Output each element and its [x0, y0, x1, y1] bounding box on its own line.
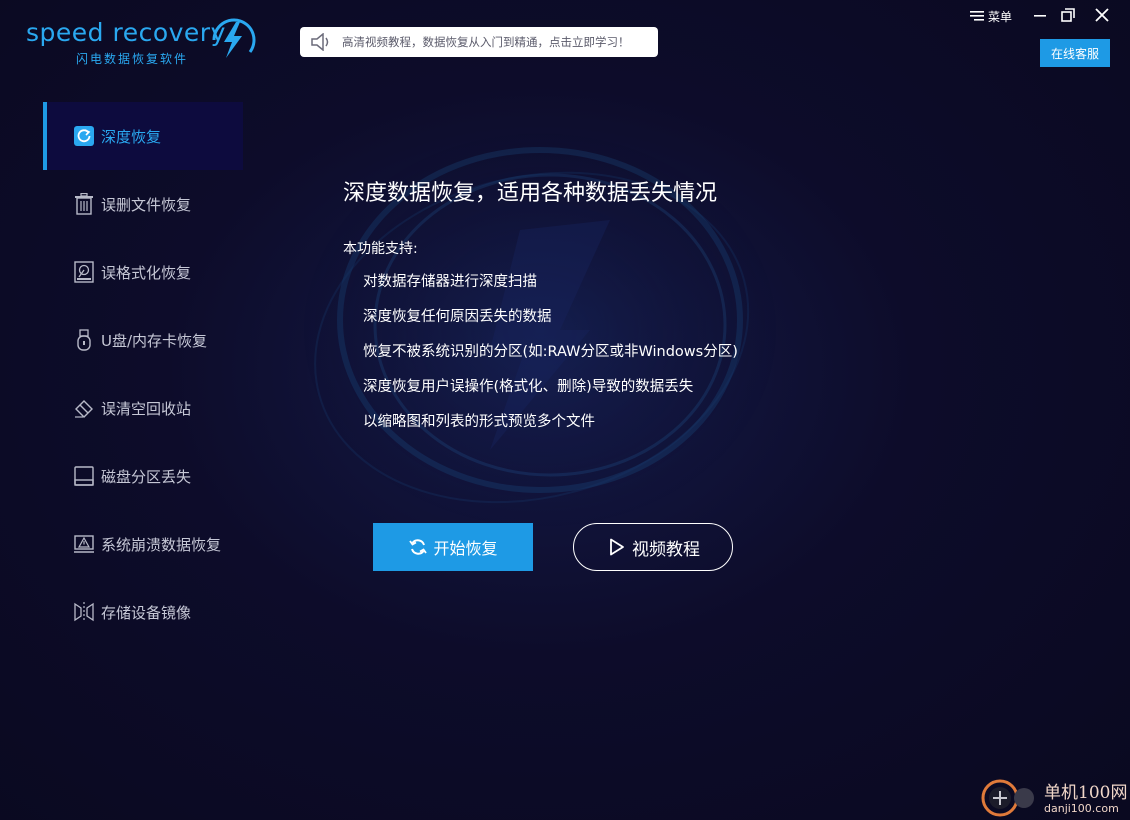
video-tutorial-button[interactable]: 视频教程: [573, 523, 733, 571]
eraser-icon: [75, 400, 93, 418]
usb-icon: [77, 329, 91, 351]
page-title: 深度数据恢复，适用各种数据丢失情况: [343, 181, 718, 206]
notice-bar[interactable]: 高清视频教程，数据恢复从入门到精通，点击立即学习！: [300, 27, 658, 57]
alert-monitor-icon: [74, 535, 94, 553]
sidebar-item-label: 系统崩溃数据恢复: [101, 535, 222, 554]
sidebar-item-label: 误删文件恢复: [101, 195, 192, 214]
watermark-url: danji100.com: [1044, 802, 1119, 815]
sidebar-item-device-mirror[interactable]: 存储设备镜像: [43, 578, 243, 646]
sync-icon: [409, 539, 428, 555]
close-icon[interactable]: [1092, 5, 1112, 25]
sidebar-item-partition-lost[interactable]: 磁盘分区丢失: [43, 442, 243, 510]
sidebar-item-deleted-files[interactable]: 误删文件恢复: [43, 170, 243, 238]
list-item: 恢复不被系统识别的分区(如:RAW分区或非Windows分区): [363, 344, 738, 360]
online-service-button[interactable]: 在线客服: [1040, 39, 1110, 67]
hamburger-icon: [970, 11, 984, 21]
site-watermark: 单机100网 danji100.com: [978, 772, 1128, 818]
sidebar-item-label: 误清空回收站: [101, 399, 192, 418]
sidebar-item-usb-recovery[interactable]: U盘/内存卡恢复: [43, 306, 243, 374]
play-icon: [610, 538, 624, 556]
minimize-icon[interactable]: [1030, 5, 1050, 25]
mirror-icon: [74, 602, 94, 622]
sidebar-item-label: 磁盘分区丢失: [101, 467, 192, 486]
disk-icon: [74, 261, 94, 283]
logo-text: speed recovery: [26, 18, 226, 47]
watermark-title: 单机100网: [1044, 783, 1128, 803]
sidebar-item-format-recovery[interactable]: 误格式化恢复: [43, 238, 243, 306]
refresh-icon: [74, 126, 94, 146]
sidebar-item-label: 存储设备镜像: [101, 603, 192, 622]
list-item: 深度恢复任何原因丢失的数据: [363, 309, 552, 325]
app-window: speed recovery 闪电数据恢复软件 高清视频教程，数据恢复从入门到精…: [0, 0, 1130, 820]
list-item: 对数据存储器进行深度扫描: [363, 274, 537, 290]
app-logo: speed recovery 闪电数据恢复软件: [24, 14, 264, 70]
logo-subtitle: 闪电数据恢复软件: [76, 52, 189, 66]
sidebar-item-label: U盘/内存卡恢复: [101, 331, 208, 350]
video-tutorial-label: 视频教程: [632, 539, 700, 560]
lightning-logo-icon: [212, 18, 256, 58]
sidebar-item-label: 深度恢复: [101, 127, 162, 146]
sidebar-item-system-crash[interactable]: 系统崩溃数据恢复: [43, 510, 243, 578]
feature-list: 对数据存储器进行深度扫描 深度恢复任何原因丢失的数据 恢复不被系统识别的分区(如…: [363, 270, 738, 445]
sidebar-item-recycle-bin[interactable]: 误清空回收站: [43, 374, 243, 442]
sidebar-item-deep-recovery[interactable]: 深度恢复: [43, 102, 243, 170]
list-item: 深度恢复用户误操作(格式化、删除)导致的数据丢失: [363, 379, 694, 395]
sidebar: 深度恢复 误删文件恢复 误格式化恢复 U盘/内存卡恢复 误清空回收站 磁盘分区丢…: [43, 102, 243, 646]
notice-text: 高清视频教程，数据恢复从入门到精通，点击立即学习！: [342, 35, 630, 49]
speaker-icon: [311, 33, 329, 51]
start-recovery-button[interactable]: 开始恢复: [373, 523, 533, 571]
watermark-logo-icon: [981, 779, 1034, 817]
menu-label: 菜单: [988, 9, 1013, 24]
support-label: 本功能支持:: [343, 241, 418, 257]
drive-icon: [74, 466, 94, 486]
sidebar-item-label: 误格式化恢复: [101, 263, 192, 282]
start-recovery-label: 开始恢复: [433, 539, 498, 558]
maximize-icon[interactable]: [1058, 5, 1078, 25]
list-item: 以缩略图和列表的形式预览多个文件: [363, 414, 595, 430]
menu-button[interactable]: 菜单: [970, 6, 1012, 26]
trash-icon: [75, 193, 93, 215]
